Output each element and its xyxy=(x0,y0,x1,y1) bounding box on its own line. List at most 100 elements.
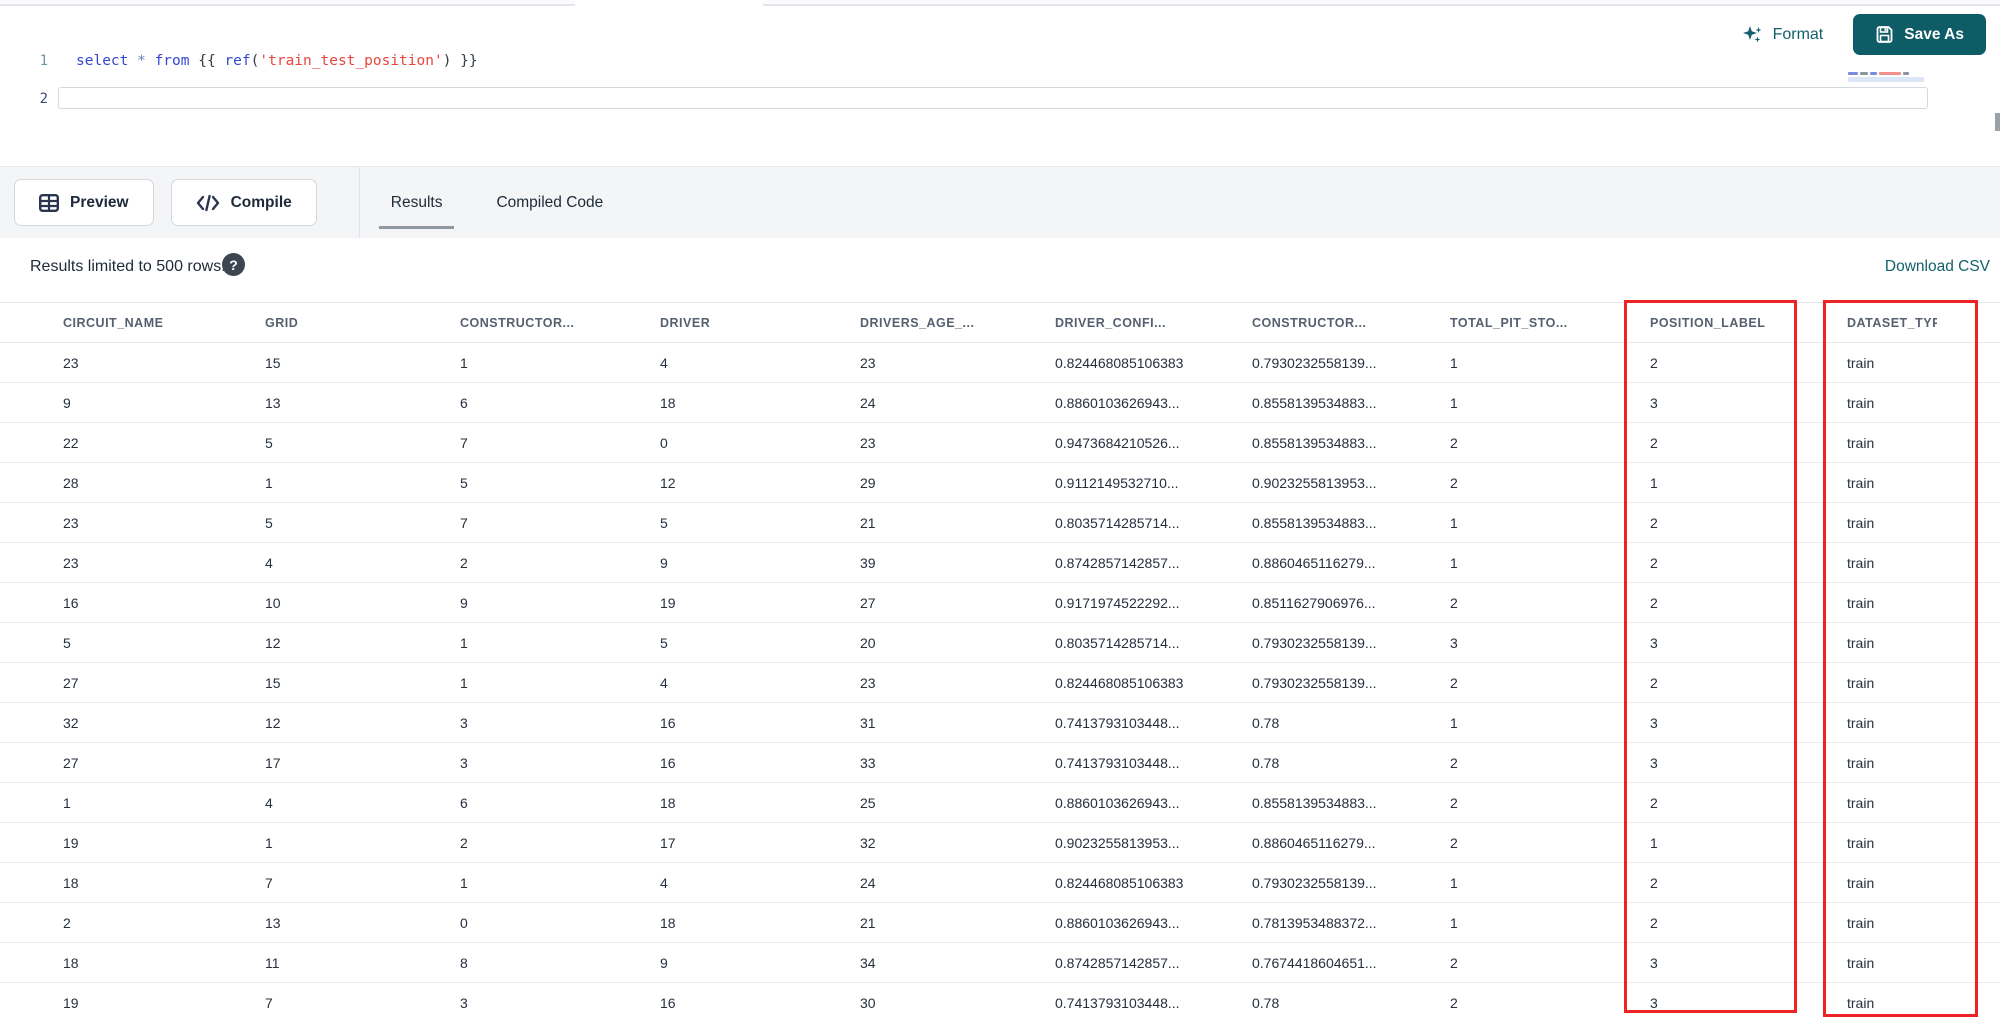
table-cell: 12 xyxy=(265,714,281,731)
table-row: 23 15 1 4 23 0.824468085106383 0.7930232558139… xyxy=(0,343,2000,383)
table-cell: 2 xyxy=(1650,674,1658,691)
table-cell: train xyxy=(1847,794,1875,811)
table-row: 5 12 1 5 20 0.8035714285714... 0.7930232558139… xyxy=(0,623,2000,663)
table-cell: 0.9023255813953... xyxy=(1055,834,1180,851)
editor-scrollbar[interactable] xyxy=(1995,113,2000,131)
table-row: 22 5 7 0 23 0.9473684210526... 0.8558139534883… xyxy=(0,423,2000,463)
table-cell: 2 xyxy=(1650,554,1658,571)
table-cell: 33 xyxy=(860,754,876,771)
preview-button[interactable]: Preview xyxy=(14,179,154,226)
table-cell: 7 xyxy=(265,874,273,891)
table-cell: 0.9112149532710... xyxy=(1055,474,1179,491)
table-cell: 24 xyxy=(860,874,876,891)
table-cell: 28 xyxy=(63,474,79,491)
sql-editor[interactable]: 1 select * from {{ ref('train_test_posit… xyxy=(0,8,2000,166)
table-cell: 3 xyxy=(1650,634,1658,651)
table-cell: 1 xyxy=(1450,354,1458,371)
table-row: 27 17 3 16 33 0.7413793103448... 0.78 2 3 train xyxy=(0,743,2000,783)
table-cell: 23 xyxy=(63,354,79,371)
help-icon[interactable]: ? xyxy=(222,253,245,276)
minimap-segment xyxy=(1860,71,1868,75)
table-cell: 0.78 xyxy=(1252,714,1280,731)
save-as-label: Save As xyxy=(1904,25,1964,43)
table-cell: 1 xyxy=(1450,714,1458,731)
table-cell: 2 xyxy=(1450,434,1458,451)
download-csv-link[interactable]: Download CSV xyxy=(1885,258,1990,276)
table-cell: 0.7674418604651... xyxy=(1252,954,1377,971)
table-cell: 17 xyxy=(660,834,676,851)
table-row: 9 13 6 18 24 0.8860103626943... 0.855813953488… xyxy=(0,383,2000,423)
table-cell: train xyxy=(1847,874,1875,891)
table-cell: 1 xyxy=(63,794,71,811)
column-header: DRIVER_CONFI... xyxy=(1055,315,1166,330)
table-cell: 0.8860103626943... xyxy=(1055,794,1180,811)
table-cell: 32 xyxy=(63,714,79,731)
editor-minimap[interactable] xyxy=(1848,71,1928,85)
save-as-button[interactable]: Save As xyxy=(1853,14,1986,55)
column-header: POSITION_LABEL xyxy=(1650,315,1766,330)
table-cell: 0.8860465116279... xyxy=(1252,834,1376,851)
active-file-tab[interactable] xyxy=(575,0,763,8)
format-button[interactable]: Format xyxy=(1738,18,1828,52)
sql-token: select xyxy=(76,53,138,69)
table-cell: 19 xyxy=(660,594,676,611)
table-cell: 1 xyxy=(1450,514,1458,531)
table-cell: 21 xyxy=(860,514,876,531)
table-cell: 2 xyxy=(1450,954,1458,971)
table-cell: 24 xyxy=(860,394,876,411)
table-cell: 3 xyxy=(1650,754,1658,771)
table-cell: 32 xyxy=(860,834,876,851)
minimap-segment xyxy=(1848,71,1858,75)
table-cell: 4 xyxy=(265,554,273,571)
table-cell: 2 xyxy=(1650,434,1658,451)
table-cell: 11 xyxy=(265,954,280,971)
sql-token: from xyxy=(154,53,199,69)
minimap-segment xyxy=(1903,71,1909,75)
results-toolbar: Preview Compile Results Compiled Code xyxy=(0,166,2000,239)
toolbar-divider xyxy=(358,166,360,239)
table-cell: train xyxy=(1847,914,1875,931)
table-header-row: CIRCUIT_NAME GRID CONSTRUCTOR... DRIVER DRIV… xyxy=(0,303,2000,343)
table-cell: 0.8558139534883... xyxy=(1252,394,1377,411)
table-cell: 5 xyxy=(660,634,668,651)
column-header: DATASET_TYPE xyxy=(1847,315,1937,330)
preview-label: Preview xyxy=(70,193,129,211)
column-header: DRIVERS_AGE_... xyxy=(860,315,975,330)
tab-compiled-code[interactable]: Compiled Code xyxy=(480,167,619,239)
table-cell: 16 xyxy=(660,994,676,1011)
table-cell: 2 xyxy=(1650,874,1658,891)
table-row: 23 4 2 9 39 0.8742857142857... 0.8860465116279… xyxy=(0,543,2000,583)
table-cell: 2 xyxy=(1450,834,1458,851)
sql-token: ref xyxy=(224,53,251,69)
table-cell: 0.8860465116279... xyxy=(1252,554,1376,571)
table-cell: 3 xyxy=(1650,954,1658,971)
table-row: 18 11 8 9 34 0.8742857142857... 0.767441860465… xyxy=(0,943,2000,983)
editor-cursor-line[interactable] xyxy=(58,87,1928,109)
table-cell: 0.7930232558139... xyxy=(1252,634,1377,651)
table-cell: 29 xyxy=(860,474,876,491)
table-cell: 0.8558139534883... xyxy=(1252,434,1377,451)
table-cell: 6 xyxy=(460,794,468,811)
minimap-cursor-line xyxy=(1848,77,1924,82)
table-cell: 39 xyxy=(860,554,876,571)
table-cell: 30 xyxy=(860,994,876,1011)
table-cell: 9 xyxy=(460,594,468,611)
sql-token: {{ xyxy=(198,53,225,69)
table-cell: 0.78 xyxy=(1252,994,1280,1011)
tab-compiled-code-label: Compiled Code xyxy=(496,193,604,211)
table-cell: 2 xyxy=(1450,794,1458,811)
sql-code-line[interactable]: select * from {{ ref('train_test_positio… xyxy=(76,53,478,69)
table-cell: 23 xyxy=(63,554,79,571)
table-cell: 2 xyxy=(1450,474,1458,491)
column-header: DRIVER xyxy=(660,315,711,330)
compile-button[interactable]: Compile xyxy=(170,179,317,226)
results-table: CIRCUIT_NAME GRID CONSTRUCTOR... DRIVER DRIV… xyxy=(0,302,2000,1020)
table-cell: 3 xyxy=(1650,394,1658,411)
table-cell: train xyxy=(1847,754,1875,771)
table-cell: 0.8558139534883... xyxy=(1252,514,1377,531)
table-cell: 23 xyxy=(860,674,876,691)
table-cell: 16 xyxy=(63,594,79,611)
table-cell: 0.8860103626943... xyxy=(1055,914,1180,931)
tab-results[interactable]: Results xyxy=(375,167,459,239)
table-cell: train xyxy=(1847,354,1875,371)
